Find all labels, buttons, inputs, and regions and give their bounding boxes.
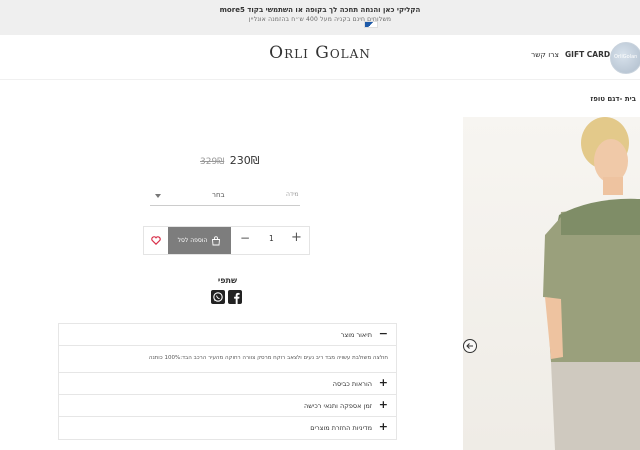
avatar-text: OrliGolan — [614, 54, 638, 60]
pants-shape — [551, 362, 640, 450]
arm-shape — [545, 297, 563, 359]
shopping-bag-icon — [212, 235, 221, 245]
whatsapp-icon — [211, 290, 225, 304]
accordion-shipping-header[interactable]: + זמן אספקה ותנאי רכישה — [59, 395, 396, 417]
add-to-cart-button[interactable]: הוספה לסל — [168, 227, 231, 254]
plus-icon: + — [378, 398, 388, 411]
accordion-description-header[interactable]: − תיאור מוצר — [59, 324, 396, 346]
current-price: 230₪ — [229, 154, 260, 167]
promo-bar[interactable]: הקליקי כאן והנחה תחכה לך בקופה או השתמשי… — [0, 0, 640, 35]
add-to-cart-label: הוספה לסל — [177, 237, 208, 244]
heart-icon — [151, 236, 161, 245]
model-illustration — [543, 117, 640, 450]
logo-letter: G — [315, 43, 330, 63]
shirt-yoke — [555, 198, 640, 235]
accordion-returns-header[interactable]: + מדיניות החזרת מוצרים — [59, 417, 396, 439]
arrow-left-icon — [466, 343, 473, 349]
accordion-title: זמן אספקה ותנאי רכישה — [304, 402, 372, 410]
product-image[interactable] — [463, 117, 640, 450]
product-price: 329₪ 230₪ — [200, 154, 259, 167]
quantity-input[interactable]: 1 — [269, 234, 274, 243]
promo-subtext: משלוחים חינם בקניה מעל 400 ש״ח בהזמנה או… — [248, 16, 392, 23]
face-shape — [594, 139, 628, 183]
accordion-washing-header[interactable]: + הוראות כביסה — [59, 373, 396, 395]
nav-contact-link[interactable]: צרו קשר — [531, 50, 559, 59]
breadcrumb[interactable]: בית -דגם טופז — [0, 95, 636, 103]
shirt-sleeve — [543, 217, 561, 299]
prev-image-button[interactable] — [463, 339, 477, 353]
accordion-description-body: חולצה משולבת עשויה מבד ריב נעים ולצאב רו… — [59, 346, 396, 373]
logo-letters: RLI — [284, 47, 309, 61]
accordion-title: מדיניות החזרת מוצרים — [310, 424, 372, 432]
wishlist-button[interactable] — [144, 227, 168, 254]
chevron-down-icon[interactable] — [155, 194, 161, 198]
logo-letter: O — [269, 43, 285, 63]
whatsapp-share-button[interactable] — [211, 289, 225, 304]
neck-shape — [603, 177, 623, 195]
logo-letters: OLAN — [329, 47, 371, 61]
product-description: חולצה משולבת עשויה מבד ריב נעים ולצאב רו… — [148, 355, 388, 361]
flag-icon — [364, 21, 378, 28]
brand-avatar[interactable]: OrliGolan — [610, 42, 640, 74]
accordion-title: תיאור מוצר — [340, 331, 372, 339]
product-info-accordion: − תיאור מוצר חולצה משולבת עשויה מבד ריב … — [58, 323, 397, 440]
promo-text[interactable]: הקליקי כאן והנחה תחכה לך בקופה או השתמשי… — [0, 6, 640, 14]
size-select[interactable]: בחר — [212, 191, 225, 199]
facebook-icon — [228, 290, 242, 304]
quantity-decrease-button[interactable]: − — [240, 231, 250, 245]
plus-icon: + — [378, 420, 388, 433]
accordion-title: הוראות כביסה — [332, 380, 372, 388]
facebook-share-button[interactable] — [228, 289, 242, 304]
plus-icon: + — [378, 376, 388, 389]
nav-giftcard-link[interactable]: GIFT CARD — [565, 50, 610, 59]
minus-icon: − — [378, 327, 388, 340]
size-select-underline — [150, 205, 300, 206]
site-header: ORLI GOLAN צרו קשר GIFT CARD OrliGolan — [0, 35, 640, 80]
quantity-increase-button[interactable]: + — [291, 230, 302, 245]
share-label: שתפי — [217, 276, 238, 285]
old-price: 329₪ — [200, 157, 225, 167]
size-label: מידה — [286, 191, 299, 198]
add-to-cart-row: הוספה לסל − 1 + — [143, 226, 310, 255]
